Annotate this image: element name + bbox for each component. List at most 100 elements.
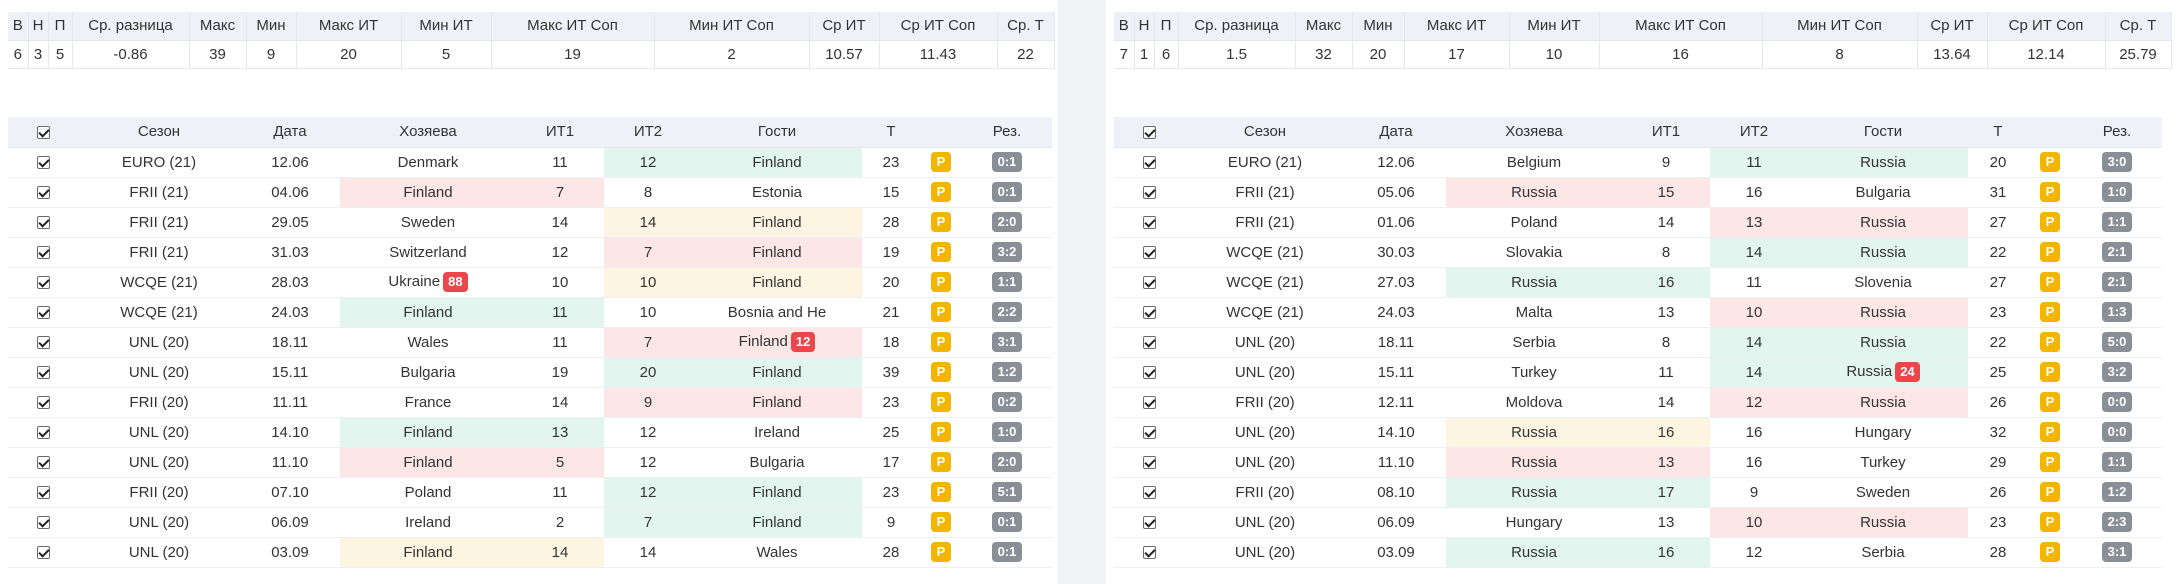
p-badge[interactable]: P [931, 302, 951, 322]
table-row[interactable]: WCQE (21) 24.03 Finland 11 10 Bosnia and He 21… [8, 297, 1052, 328]
checkbox-checked-icon[interactable] [1142, 426, 1156, 440]
checkbox-checked-icon[interactable] [36, 456, 50, 470]
p-badge[interactable]: P [931, 212, 951, 232]
home-team-cell[interactable]: Russia [1446, 537, 1622, 568]
p-badge[interactable]: P [931, 182, 951, 202]
table-row[interactable]: FRII (21) 29.05 Sweden 14 14 Finland 28 P 2:0 [8, 207, 1052, 238]
row-select-cell[interactable] [1114, 177, 1184, 208]
checkbox-checked-icon[interactable] [1142, 516, 1156, 530]
row-select-cell[interactable] [8, 387, 78, 418]
p-badge[interactable]: P [931, 392, 951, 412]
checkbox-checked-icon[interactable] [1142, 125, 1156, 139]
checkbox-checked-icon[interactable] [36, 546, 50, 560]
col-date[interactable]: Дата [240, 117, 340, 148]
table-row[interactable]: UNL (20) 03.09 Finland 14 14 Wales 28 P 0:1 [8, 537, 1052, 568]
p-badge[interactable]: P [931, 362, 951, 382]
table-row[interactable]: WCQE (21) 27.03 Russia 16 11 Slovenia 27 P 2:1 [1114, 267, 2162, 298]
p-badge-cell[interactable]: P [2028, 177, 2072, 208]
p-badge[interactable]: P [2040, 422, 2060, 442]
col-away[interactable]: Гости [1798, 117, 1968, 148]
row-select-cell[interactable] [1114, 477, 1184, 508]
p-badge[interactable]: P [931, 452, 951, 472]
away-team-cell[interactable]: Russia [1798, 297, 1968, 328]
away-team-cell[interactable]: Russia [1798, 237, 1968, 268]
p-badge[interactable]: P [931, 152, 951, 172]
p-badge[interactable]: P [2040, 542, 2060, 562]
home-team-cell[interactable]: Russia [1446, 267, 1622, 298]
checkbox-checked-icon[interactable] [1142, 336, 1156, 350]
row-select-cell[interactable] [8, 477, 78, 508]
away-team-cell[interactable]: Finland [692, 267, 862, 298]
home-team-cell[interactable]: Switzerland [340, 237, 516, 268]
table-row[interactable]: FRII (20) 08.10 Russia 17 9 Sweden 26 P 1:2 [1114, 477, 2162, 508]
p-badge-cell[interactable]: P [2028, 327, 2072, 358]
p-badge-cell[interactable]: P [920, 447, 962, 478]
away-team-cell[interactable]: Wales [692, 537, 862, 568]
p-badge-cell[interactable]: P [2028, 207, 2072, 238]
checkbox-checked-icon[interactable] [36, 366, 50, 380]
col-season[interactable]: Сезон [78, 117, 240, 148]
checkbox-checked-icon[interactable] [1142, 186, 1156, 200]
away-team-cell[interactable]: Slovenia [1798, 267, 1968, 298]
checkbox-checked-icon[interactable] [36, 516, 50, 530]
row-select-cell[interactable] [1114, 267, 1184, 298]
away-team-cell[interactable]: Finland [692, 207, 862, 238]
table-row[interactable]: WCQE (21) 24.03 Malta 13 10 Russia 23 P 1:3 [1114, 297, 2162, 328]
row-select-cell[interactable] [8, 207, 78, 238]
home-team-cell[interactable]: Poland [340, 477, 516, 508]
checkbox-checked-icon[interactable] [1142, 306, 1156, 320]
col-away[interactable]: Гости [692, 117, 862, 148]
home-team-cell[interactable]: Hungary [1446, 507, 1622, 538]
away-team-cell[interactable]: Finland [692, 237, 862, 268]
home-team-cell[interactable]: Bulgaria [340, 357, 516, 388]
row-select-cell[interactable] [1114, 507, 1184, 538]
p-badge-cell[interactable]: P [2028, 237, 2072, 268]
checkbox-checked-icon[interactable] [1142, 276, 1156, 290]
table-row[interactable]: UNL (20) 11.10 Russia 13 16 Turkey 29 P 1:1 [1114, 447, 2162, 478]
away-team-cell[interactable]: Hungary [1798, 417, 1968, 448]
p-badge-cell[interactable]: P [920, 507, 962, 538]
col-it2[interactable]: ИТ2 [1710, 117, 1798, 148]
col-total[interactable]: Т [862, 117, 920, 148]
p-badge-cell[interactable]: P [2028, 267, 2072, 298]
row-select-cell[interactable] [1114, 357, 1184, 388]
p-badge-cell[interactable]: P [920, 417, 962, 448]
home-team-cell[interactable]: Russia [1446, 177, 1622, 208]
col-it1[interactable]: ИТ1 [516, 117, 604, 148]
home-team-cell[interactable]: Russia [1446, 417, 1622, 448]
away-team-cell[interactable]: Russia [1798, 507, 1968, 538]
away-team-cell[interactable]: Finland [692, 477, 862, 508]
home-team-cell[interactable]: Wales [340, 327, 516, 358]
row-select-cell[interactable] [1114, 297, 1184, 328]
select-all-checkbox[interactable] [1114, 117, 1184, 148]
checkbox-checked-icon[interactable] [1142, 246, 1156, 260]
row-select-cell[interactable] [1114, 447, 1184, 478]
p-badge-cell[interactable]: P [2028, 147, 2072, 178]
home-team-cell[interactable]: Russia [1446, 447, 1622, 478]
p-badge-cell[interactable]: P [2028, 297, 2072, 328]
p-badge-cell[interactable]: P [2028, 477, 2072, 508]
col-home[interactable]: Хозяева [1446, 117, 1622, 148]
row-select-cell[interactable] [1114, 387, 1184, 418]
table-row[interactable]: FRII (20) 12.11 Moldova 14 12 Russia 26 P 0:0 [1114, 387, 2162, 418]
away-team-cell[interactable]: Bosnia and He [692, 297, 862, 328]
home-team-cell[interactable]: Belgium [1446, 147, 1622, 178]
table-row[interactable]: EURO (21) 12.06 Belgium 9 11 Russia 20 P 3:0 [1114, 147, 2162, 178]
p-badge-cell[interactable]: P [2028, 417, 2072, 448]
col-season[interactable]: Сезон [1184, 117, 1346, 148]
p-badge[interactable]: P [2040, 272, 2060, 292]
checkbox-checked-icon[interactable] [1142, 456, 1156, 470]
p-badge[interactable]: P [2040, 392, 2060, 412]
checkbox-checked-icon[interactable] [36, 396, 50, 410]
row-select-cell[interactable] [1114, 537, 1184, 568]
p-badge-cell[interactable]: P [2028, 507, 2072, 538]
col-total[interactable]: Т [1968, 117, 2028, 148]
p-badge[interactable]: P [2040, 512, 2060, 532]
p-badge-cell[interactable]: P [920, 477, 962, 508]
table-row[interactable]: FRII (21) 04.06 Finland 7 8 Estonia 15 P 0:1 [8, 177, 1052, 208]
home-team-cell[interactable]: Finland [340, 447, 516, 478]
col-result[interactable]: Рез. [962, 117, 1052, 148]
table-row[interactable]: UNL (20) 18.11 Wales 11 7 Finland 12 18 P 3:1 [8, 327, 1052, 358]
col-date[interactable]: Дата [1346, 117, 1446, 148]
p-badge-cell[interactable]: P [920, 177, 962, 208]
